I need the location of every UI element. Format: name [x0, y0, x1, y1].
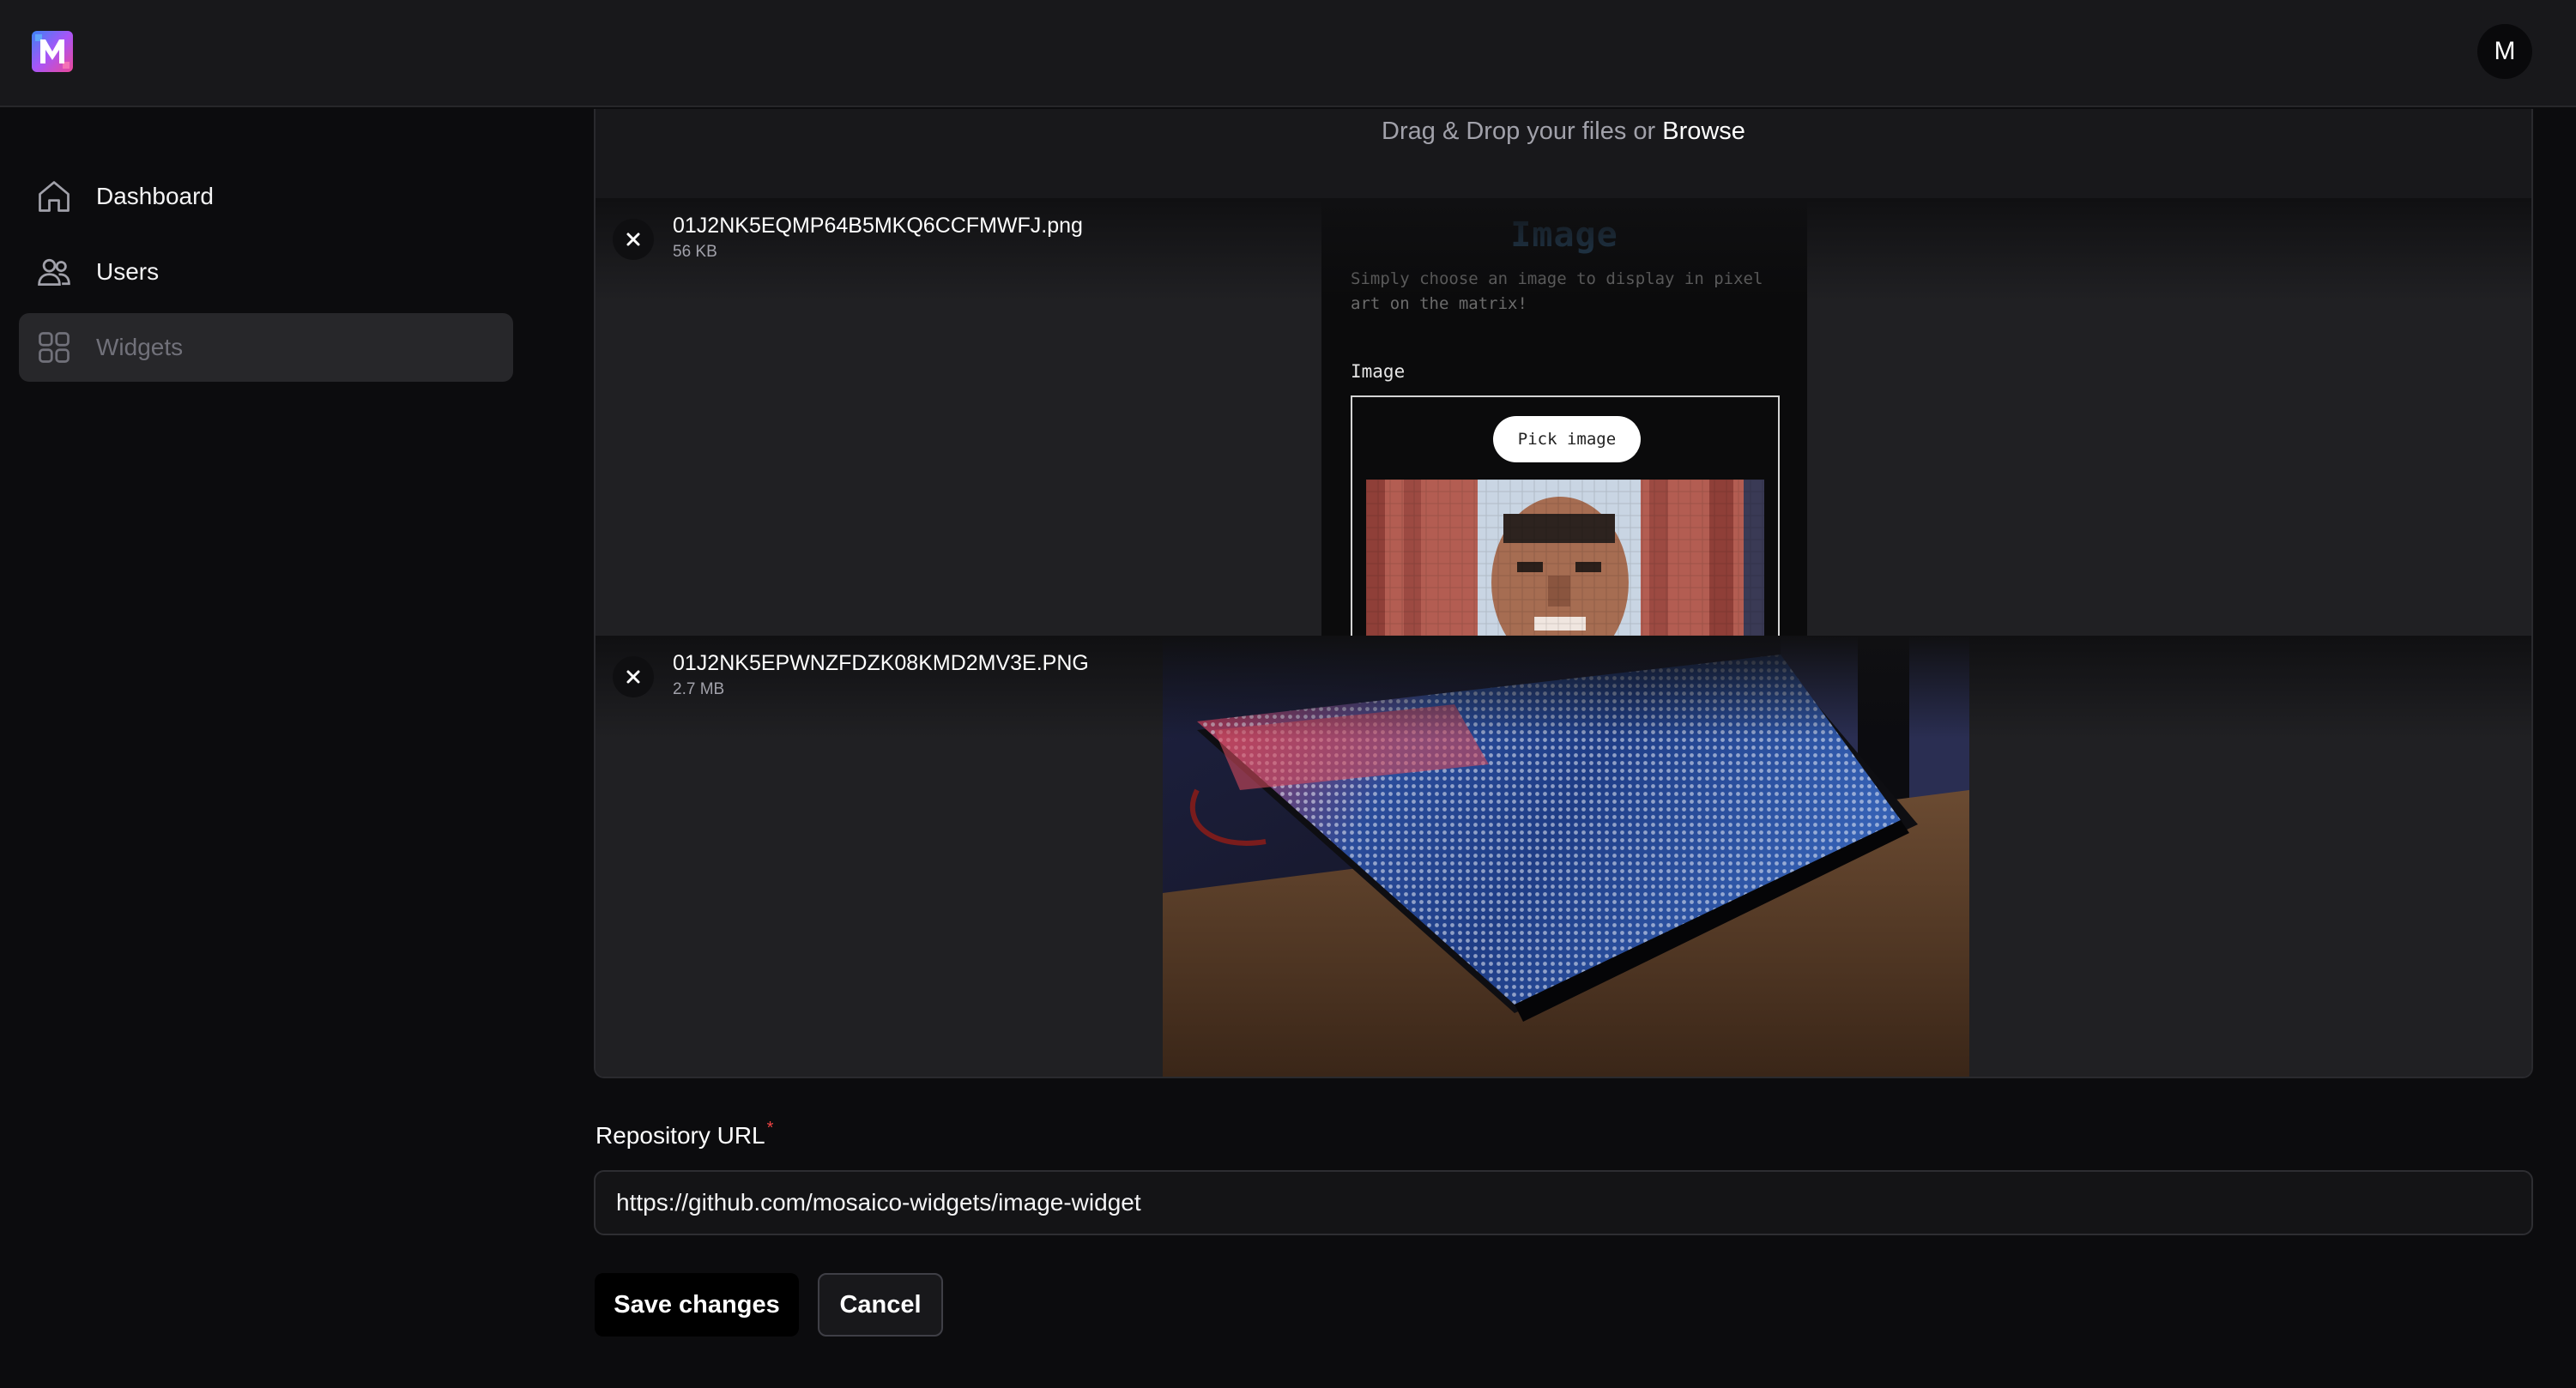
- file-name: 01J2NK5EQMP64B5MKQ6CCFMWFJ.png: [673, 214, 1083, 238]
- repository-url-label-text: Repository URL: [596, 1122, 765, 1149]
- close-icon: [626, 670, 640, 684]
- file-size: 56 KB: [673, 243, 717, 261]
- users-icon: [34, 252, 74, 292]
- close-icon: [626, 232, 640, 246]
- sidebar: Dashboard Users Widgets: [0, 109, 592, 1388]
- preview-title: Image: [1510, 215, 1618, 255]
- uploaded-file-item: Image Simply choose an image to display …: [596, 198, 2531, 636]
- file-preview-photo: [1163, 636, 1969, 1077]
- app-logo[interactable]: [32, 31, 73, 72]
- sidebar-item-users[interactable]: Users: [19, 238, 513, 306]
- sidebar-item-dashboard[interactable]: Dashboard: [19, 162, 513, 231]
- required-mark: *: [766, 1119, 774, 1138]
- pick-image-button: Pick image: [1493, 416, 1641, 462]
- sidebar-item-label: Users: [96, 258, 160, 285]
- remove-file-button[interactable]: [613, 219, 654, 260]
- cancel-button[interactable]: Cancel: [818, 1273, 943, 1337]
- sidebar-item-label: Widgets: [96, 334, 184, 360]
- preview-description: Simply choose an image to display in pix…: [1351, 269, 1763, 313]
- sidebar-item-label: Dashboard: [96, 183, 214, 209]
- pixel-portrait-image: [1366, 480, 1764, 636]
- file-size: 2.7 MB: [673, 680, 725, 698]
- repository-url-label: Repository URL *: [596, 1119, 774, 1150]
- file-name: 01J2NK5EPWNZFDZK08KMD2MV3E.PNG: [673, 651, 1089, 675]
- file-dropzone[interactable]: Drag & Drop your files or Browse Image S…: [594, 109, 2533, 1078]
- logo-icon: [32, 31, 73, 72]
- dropzone-hint: Drag & Drop your files or Browse: [596, 118, 2531, 146]
- sidebar-item-widgets[interactable]: Widgets: [19, 313, 513, 382]
- home-icon: [34, 177, 74, 216]
- uploaded-file-item: 01J2NK5EPWNZFDZK08KMD2MV3E.PNG 2.7 MB: [596, 636, 2531, 1077]
- remove-file-button[interactable]: [613, 656, 654, 697]
- top-bar: M: [0, 0, 2576, 107]
- user-avatar[interactable]: M: [2477, 24, 2532, 79]
- repository-url-input[interactable]: [594, 1170, 2533, 1235]
- preview-image-box: Pick image: [1351, 395, 1780, 636]
- grid-icon: [34, 328, 74, 367]
- file-preview-image: Image Simply choose an image to display …: [1321, 198, 1807, 636]
- browse-link[interactable]: Browse: [1662, 118, 1745, 145]
- dropzone-text: Drag & Drop your files or: [1382, 118, 1656, 145]
- preview-field-label: Image: [1351, 361, 1406, 382]
- save-changes-button[interactable]: Save changes: [595, 1273, 799, 1337]
